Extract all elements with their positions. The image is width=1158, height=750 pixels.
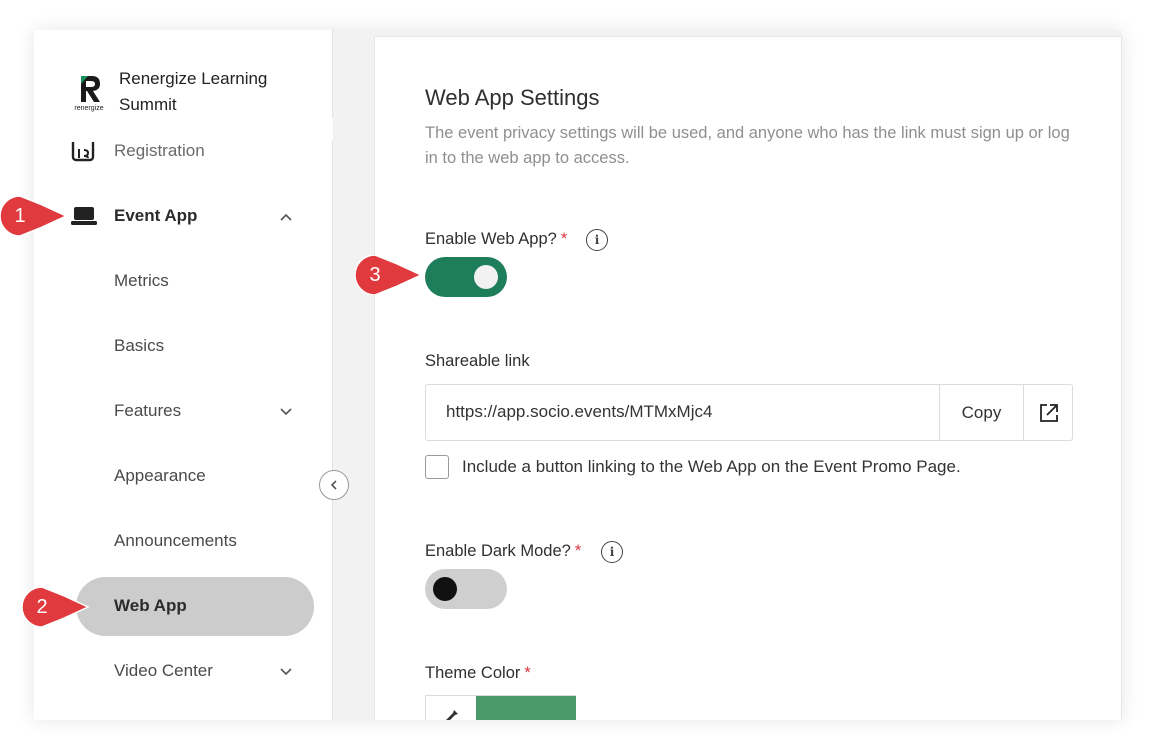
required-marker: * xyxy=(560,230,568,248)
laptop-icon xyxy=(71,207,97,225)
copy-link-button[interactable]: Copy xyxy=(939,385,1023,440)
event-logo: renergize xyxy=(68,72,110,112)
toggle-knob xyxy=(433,577,457,601)
required-marker: * xyxy=(574,542,582,560)
chevron-down-icon[interactable] xyxy=(279,404,293,418)
sidebar-item-web-app[interactable]: Web App xyxy=(114,595,187,617)
eyedropper-button[interactable] xyxy=(426,696,476,720)
promo-page-checkbox[interactable] xyxy=(425,455,449,479)
collapse-sidebar-button[interactable] xyxy=(319,470,349,500)
dark-mode-toggle[interactable] xyxy=(425,569,507,609)
enable-web-app-toggle[interactable] xyxy=(425,257,507,297)
info-icon[interactable]: i xyxy=(601,541,623,563)
annotation-marker-3: 3 xyxy=(354,254,423,296)
shareable-link-input[interactable]: https://app.socio.events/MTMxMjc4 xyxy=(446,402,712,422)
annotation-marker-1: 1 xyxy=(0,195,68,237)
web-app-settings-panel: Web App Settings The event privacy setti… xyxy=(374,36,1122,720)
theme-color-picker[interactable] xyxy=(425,695,576,720)
app-window: renergize Renergize Learning Summit Regi… xyxy=(34,30,1122,720)
theme-color-label: Theme Color * xyxy=(425,664,531,682)
sidebar-item-features[interactable]: Features xyxy=(114,400,181,422)
open-link-button[interactable] xyxy=(1023,385,1073,440)
promo-page-checkbox-label: Include a button linking to the Web App … xyxy=(462,457,961,476)
eyedropper-icon xyxy=(446,710,458,720)
sidebar-item-announcements[interactable]: Announcements xyxy=(114,530,237,552)
required-marker: * xyxy=(524,664,531,682)
sidebar-item-appearance[interactable]: Appearance xyxy=(114,465,206,487)
event-name: Renergize Learning Summit xyxy=(119,69,268,114)
sidebar-item-event-app[interactable]: Event App xyxy=(114,205,197,227)
info-icon[interactable]: i xyxy=(586,229,608,251)
toggle-knob xyxy=(474,265,498,289)
sidebar-item-video-center[interactable]: Video Center xyxy=(114,660,213,682)
dark-mode-label: Enable Dark Mode? * xyxy=(425,542,582,560)
shareable-link-label: Shareable link xyxy=(425,352,530,370)
sidebar-item-registration[interactable]: Registration xyxy=(114,140,205,162)
chevron-down-icon[interactable] xyxy=(279,664,293,678)
active-item-highlight xyxy=(76,577,314,636)
sidebar-item-basics[interactable]: Basics xyxy=(114,335,164,357)
external-link-icon xyxy=(1039,403,1058,422)
enable-web-app-label: Enable Web App? * xyxy=(425,230,568,248)
sidebar-item-metrics[interactable]: Metrics xyxy=(114,270,169,292)
page-description: The event privacy settings will be used,… xyxy=(425,124,1070,167)
page-title: Web App Settings xyxy=(425,85,600,110)
registration-icon xyxy=(71,142,95,162)
chevron-left-icon xyxy=(330,480,337,490)
theme-color-swatch[interactable] xyxy=(476,696,576,720)
svg-text:renergize: renergize xyxy=(74,105,103,112)
annotation-marker-2: 2 xyxy=(21,586,90,628)
shareable-link-field: https://app.socio.events/MTMxMjc4 Copy xyxy=(425,384,1073,441)
chevron-up-icon[interactable] xyxy=(279,210,293,224)
